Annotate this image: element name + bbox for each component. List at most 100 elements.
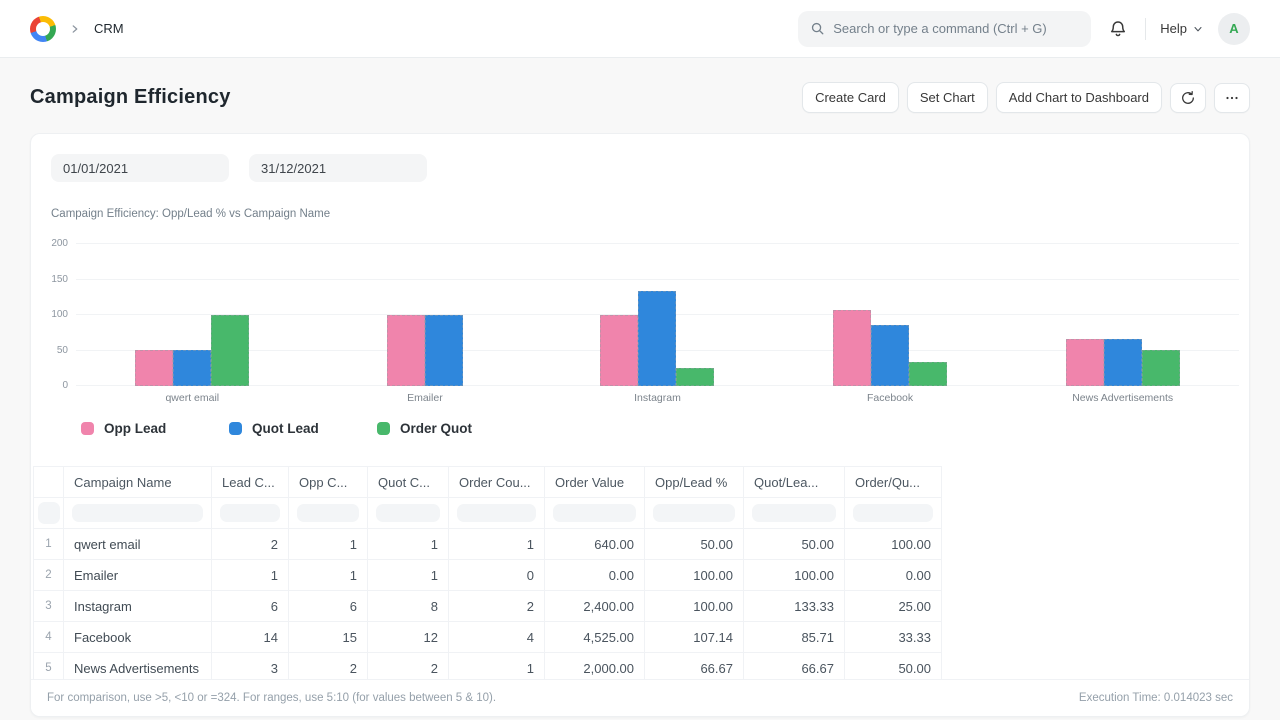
column-header[interactable]: Order/Qu... [845, 467, 942, 498]
value-cell: 0.00 [545, 560, 645, 591]
avatar[interactable]: A [1218, 13, 1250, 45]
legend-label: Order Quot [400, 421, 472, 436]
value-cell: 85.71 [744, 622, 845, 653]
app-logo-icon[interactable] [30, 16, 56, 42]
x-tick-label: Emailer [309, 392, 542, 404]
bar-quot-lead[interactable] [1104, 339, 1142, 386]
value-cell: 100.00 [645, 560, 744, 591]
filter-cell [645, 498, 744, 529]
value-cell: 2 [212, 529, 289, 560]
column-filter-input[interactable] [297, 504, 359, 522]
menu-button[interactable] [1214, 83, 1250, 113]
value-cell: 1 [289, 529, 368, 560]
table-right-guide [1249, 464, 1250, 681]
filter-cell [212, 498, 289, 529]
set-chart-button[interactable]: Set Chart [907, 82, 988, 113]
column-header[interactable]: Lead C... [212, 467, 289, 498]
column-filter-input[interactable] [220, 504, 280, 522]
search-input[interactable] [833, 21, 1079, 36]
value-cell: 0 [449, 560, 545, 591]
breadcrumb-link-crm[interactable]: CRM [94, 21, 124, 36]
value-cell: 14 [212, 622, 289, 653]
column-header[interactable]: Quot/Lea... [744, 467, 845, 498]
value-cell: 15 [289, 622, 368, 653]
table-row[interactable]: 2Emailer11100.00100.00100.000.00 [34, 560, 942, 591]
legend-swatch-icon [81, 422, 94, 435]
bar-opp-lead[interactable] [387, 315, 425, 386]
report-card: Campaign Efficiency: Opp/Lead % vs Campa… [30, 133, 1250, 717]
from-date-filter[interactable] [51, 154, 229, 182]
add-chart-to-dashboard-button[interactable]: Add Chart to Dashboard [996, 82, 1162, 113]
value-cell: 2,400.00 [545, 591, 645, 622]
y-tick-label: 50 [57, 345, 68, 356]
bar-group [774, 244, 1007, 386]
filter-cell [545, 498, 645, 529]
campaign-name-cell: qwert email [64, 529, 212, 560]
column-filter-input[interactable] [376, 504, 440, 522]
bar-opp-lead[interactable] [135, 350, 173, 386]
value-cell: 6 [212, 591, 289, 622]
report-footer: For comparison, use >5, <10 or =324. For… [31, 679, 1249, 716]
column-header[interactable]: Order Cou... [449, 467, 545, 498]
bar-quot-lead[interactable] [425, 315, 463, 386]
column-header[interactable]: Opp C... [289, 467, 368, 498]
bar-order-quot[interactable] [676, 368, 714, 386]
table-row[interactable]: 4Facebook14151244,525.00107.1485.7133.33 [34, 622, 942, 653]
column-filter-input[interactable] [457, 504, 536, 522]
legend-item[interactable]: Opp Lead [81, 421, 229, 436]
column-filter-input[interactable] [72, 504, 203, 522]
y-tick-label: 0 [62, 380, 68, 391]
row-index: 1 [34, 529, 64, 560]
refresh-button[interactable] [1170, 83, 1206, 113]
bar-quot-lead[interactable] [173, 350, 211, 386]
global-search[interactable] [798, 11, 1091, 47]
avatar-letter: A [1229, 21, 1238, 36]
column-filter-input[interactable] [38, 502, 60, 524]
value-cell: 100.00 [845, 529, 942, 560]
bar-order-quot[interactable] [1142, 350, 1180, 386]
row-index-header [34, 467, 64, 498]
table-row[interactable]: 3Instagram66822,400.00100.00133.3325.00 [34, 591, 942, 622]
report-filters [31, 134, 1249, 182]
value-cell: 8 [368, 591, 449, 622]
bar-opp-lead[interactable] [1066, 339, 1104, 386]
bar-quot-lead[interactable] [638, 291, 676, 386]
bar-order-quot[interactable] [211, 315, 249, 386]
bar-opp-lead[interactable] [833, 310, 871, 386]
breadcrumb: CRM [30, 16, 124, 42]
bar-order-quot[interactable] [909, 362, 947, 386]
help-menu[interactable]: Help [1160, 21, 1204, 36]
create-card-button[interactable]: Create Card [802, 82, 899, 113]
filter-hint: For comparison, use >5, <10 or =324. For… [47, 692, 496, 704]
x-tick-label: Facebook [774, 392, 1007, 404]
filter-cell [289, 498, 368, 529]
bar-groups [76, 244, 1239, 386]
column-filter-input[interactable] [853, 504, 933, 522]
table-filter-row [34, 498, 942, 529]
table-row[interactable]: 1qwert email2111640.0050.0050.00100.00 [34, 529, 942, 560]
column-header[interactable]: Campaign Name [64, 467, 212, 498]
value-cell: 100.00 [645, 591, 744, 622]
column-filter-input[interactable] [553, 504, 636, 522]
notifications-button[interactable] [1105, 16, 1131, 42]
value-cell: 1 [212, 560, 289, 591]
bar-opp-lead[interactable] [600, 315, 638, 386]
row-index: 3 [34, 591, 64, 622]
column-filter-input[interactable] [653, 504, 735, 522]
y-tick-label: 100 [51, 309, 68, 320]
to-date-filter[interactable] [249, 154, 427, 182]
value-cell: 4,525.00 [545, 622, 645, 653]
report-chart: Campaign Efficiency: Opp/Lead % vs Campa… [31, 208, 1249, 436]
column-header[interactable]: Opp/Lead % [645, 467, 744, 498]
column-header[interactable]: Order Value [545, 467, 645, 498]
bar-quot-lead[interactable] [871, 325, 909, 386]
legend-item[interactable]: Quot Lead [229, 421, 377, 436]
legend-item[interactable]: Order Quot [377, 421, 525, 436]
chevron-down-icon [1192, 23, 1204, 35]
column-header[interactable]: Quot C... [368, 467, 449, 498]
navbar-right: Help A [798, 11, 1250, 47]
value-cell: 107.14 [645, 622, 744, 653]
y-tick-label: 200 [51, 238, 68, 249]
column-filter-input[interactable] [752, 504, 836, 522]
page-head: Campaign Efficiency Create Card Set Char… [0, 58, 1280, 133]
